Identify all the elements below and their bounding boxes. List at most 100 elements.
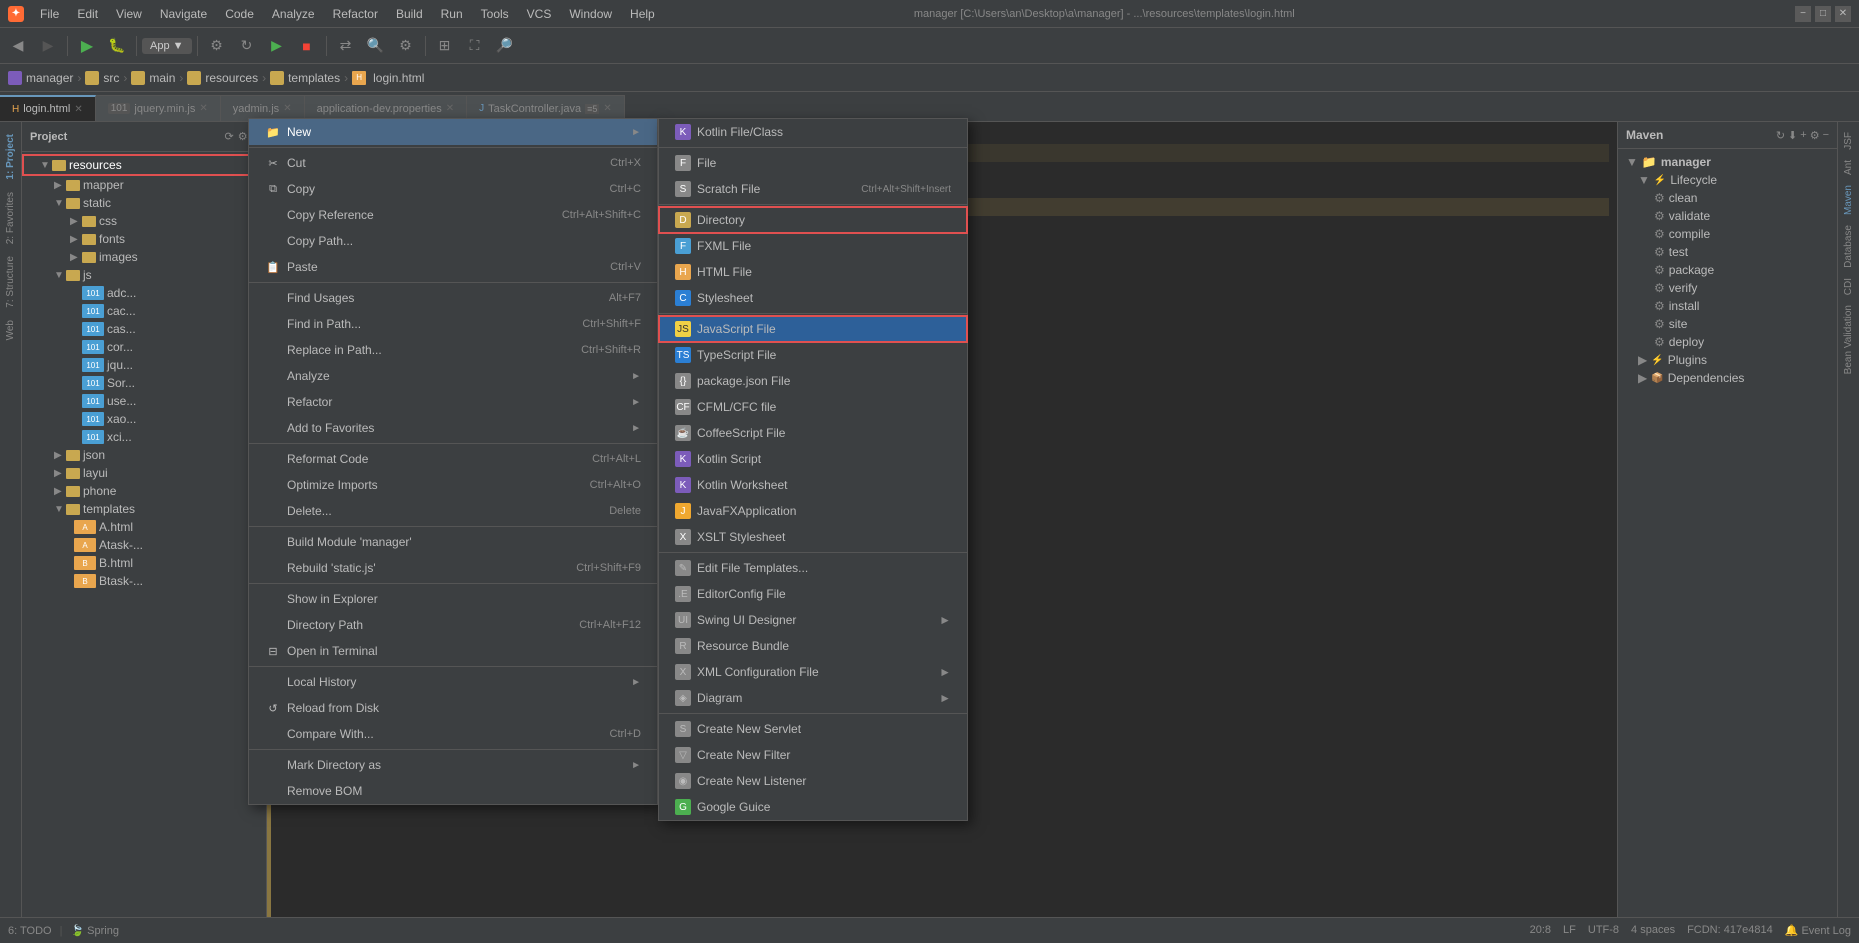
- menu-code[interactable]: Code: [217, 5, 262, 23]
- maven-add-button[interactable]: +: [1800, 129, 1806, 142]
- breadcrumb-item-loginhtml[interactable]: H login.html: [352, 71, 424, 85]
- submenu-item-xslt[interactable]: X XSLT Stylesheet: [659, 524, 967, 550]
- maven-close-button[interactable]: −: [1823, 129, 1829, 142]
- tab-loginhtml[interactable]: H login.html ✕: [0, 95, 96, 121]
- breadcrumb-item-manager[interactable]: manager: [8, 71, 73, 85]
- tree-item-css[interactable]: ▶ css: [22, 212, 266, 230]
- run2-button[interactable]: ▶: [263, 32, 291, 60]
- ctx-item-compare[interactable]: Compare With... Ctrl+D: [249, 721, 657, 747]
- submenu-item-create-listener[interactable]: ◉ Create New Listener: [659, 768, 967, 794]
- sync-button[interactable]: ⇄: [332, 32, 360, 60]
- menu-file[interactable]: File: [32, 5, 67, 23]
- submenu-item-editorconfig[interactable]: .E EditorConfig File: [659, 581, 967, 607]
- left-tab-project[interactable]: 1: Project: [3, 130, 18, 184]
- ctx-item-show-explorer[interactable]: Show in Explorer: [249, 586, 657, 612]
- maven-item-clean[interactable]: ⚙ clean: [1622, 189, 1833, 207]
- tree-item-static[interactable]: ▼ static: [22, 194, 266, 212]
- debug-button[interactable]: 🐛: [103, 32, 131, 60]
- submenu-item-packagejson[interactable]: {} package.json File: [659, 368, 967, 394]
- ctx-item-copy-reference[interactable]: Copy Reference Ctrl+Alt+Shift+C: [249, 202, 657, 228]
- tree-item-ahtml[interactable]: A A.html: [22, 518, 266, 536]
- menu-build[interactable]: Build: [388, 5, 431, 23]
- submenu-item-stylesheet[interactable]: C Stylesheet: [659, 285, 967, 311]
- ctx-item-favorites[interactable]: Add to Favorites ►: [249, 415, 657, 441]
- tree-item-btask[interactable]: B Btask-...: [22, 572, 266, 590]
- menu-window[interactable]: Window: [561, 5, 620, 23]
- ctx-item-reformat[interactable]: Reformat Code Ctrl+Alt+L: [249, 446, 657, 472]
- ctx-item-reload[interactable]: ↺Reload from Disk: [249, 695, 657, 721]
- submenu-item-kotlin-worksheet[interactable]: K Kotlin Worksheet: [659, 472, 967, 498]
- restore-button[interactable]: □: [1815, 6, 1831, 22]
- tree-item-xao[interactable]: 101 xao...: [22, 410, 266, 428]
- maven-item-lifecycle[interactable]: ▼ ⚡ Lifecycle: [1622, 171, 1833, 189]
- left-tab-structure[interactable]: 7: Structure: [3, 252, 18, 312]
- submenu-item-kotlin-script[interactable]: K Kotlin Script: [659, 446, 967, 472]
- app-selector[interactable]: App ▼: [142, 38, 192, 54]
- ctx-item-analyze[interactable]: Analyze ►: [249, 363, 657, 389]
- menu-edit[interactable]: Edit: [69, 5, 106, 23]
- submenu-item-file[interactable]: F File: [659, 150, 967, 176]
- submenu-item-typescript[interactable]: TS TypeScript File: [659, 342, 967, 368]
- build-project-button[interactable]: ⚙: [203, 32, 231, 60]
- update-button[interactable]: ↻: [233, 32, 261, 60]
- stop-button[interactable]: ■: [293, 32, 321, 60]
- tree-item-images[interactable]: ▶ images: [22, 248, 266, 266]
- tree-item-mapper[interactable]: ▶ mapper: [22, 176, 266, 194]
- ctx-item-delete[interactable]: Delete... Delete: [249, 498, 657, 524]
- submenu-item-javascript[interactable]: JS JavaScript File: [659, 316, 967, 342]
- ctx-item-build-module[interactable]: Build Module 'manager': [249, 529, 657, 555]
- ctx-item-remove-bom[interactable]: Remove BOM: [249, 778, 657, 804]
- fullscreen-button[interactable]: ⛶: [461, 32, 489, 60]
- forward-button[interactable]: ▶: [34, 32, 62, 60]
- ctx-item-refactor[interactable]: Refactor ►: [249, 389, 657, 415]
- tab-close-jqueryminjs[interactable]: ✕: [199, 103, 207, 114]
- ctx-item-rebuild[interactable]: Rebuild 'static.js' Ctrl+Shift+F9: [249, 555, 657, 581]
- ctx-item-find-in-path[interactable]: Find in Path... Ctrl+Shift+F: [249, 311, 657, 337]
- ctx-item-mark-dir[interactable]: Mark Directory as ►: [249, 752, 657, 778]
- tree-item-js[interactable]: ▼ js: [22, 266, 266, 284]
- maven-settings-button[interactable]: ⚙: [1810, 129, 1820, 142]
- ctx-item-replace-in-path[interactable]: Replace in Path... Ctrl+Shift+R: [249, 337, 657, 363]
- tree-item-resources[interactable]: ▼ resources: [22, 154, 266, 176]
- ctx-item-copy[interactable]: ⧉Copy Ctrl+C: [249, 176, 657, 202]
- maven-download-button[interactable]: ⬇: [1788, 129, 1797, 142]
- right-tab-database[interactable]: Database: [1841, 221, 1856, 272]
- tree-item-cac[interactable]: 101 cac...: [22, 302, 266, 320]
- submenu-item-google-guice[interactable]: G Google Guice: [659, 794, 967, 820]
- ctx-item-local-history[interactable]: Local History ►: [249, 669, 657, 695]
- tab-close-appdevprops[interactable]: ✕: [446, 103, 454, 114]
- submenu-item-create-servlet[interactable]: S Create New Servlet: [659, 716, 967, 742]
- submenu-item-scratch[interactable]: S Scratch File Ctrl+Alt+Shift+Insert: [659, 176, 967, 202]
- tree-item-templates[interactable]: ▼ templates: [22, 500, 266, 518]
- submenu-item-fxml[interactable]: F FXML File: [659, 233, 967, 259]
- maven-item-install[interactable]: ⚙ install: [1622, 297, 1833, 315]
- breadcrumb-item-resources[interactable]: resources: [187, 71, 258, 85]
- breadcrumb-item-templates[interactable]: templates: [270, 71, 340, 85]
- maven-item-compile[interactable]: ⚙ compile: [1622, 225, 1833, 243]
- split-button[interactable]: ⊞: [431, 32, 459, 60]
- right-tab-jsf[interactable]: JSF: [1841, 128, 1856, 154]
- maven-item-validate[interactable]: ⚙ validate: [1622, 207, 1833, 225]
- menu-refactor[interactable]: Refactor: [325, 5, 386, 23]
- tree-item-atask[interactable]: A Atask-...: [22, 536, 266, 554]
- back-button[interactable]: ◀: [4, 32, 32, 60]
- breadcrumb-item-main[interactable]: main: [131, 71, 175, 85]
- tab-jqueryminjs[interactable]: 101 jquery.min.js ✕: [96, 95, 221, 121]
- tree-item-bhtml[interactable]: B B.html: [22, 554, 266, 572]
- right-tab-maven[interactable]: Maven: [1841, 181, 1856, 219]
- submenu-item-directory[interactable]: D Directory: [659, 207, 967, 233]
- ctx-item-optimize[interactable]: Optimize Imports Ctrl+Alt+O: [249, 472, 657, 498]
- submenu-item-html[interactable]: H HTML File: [659, 259, 967, 285]
- tree-item-cas[interactable]: 101 cas...: [22, 320, 266, 338]
- maven-refresh-button[interactable]: ↻: [1776, 129, 1785, 142]
- maven-item-test[interactable]: ⚙ test: [1622, 243, 1833, 261]
- event-log[interactable]: 🔔 Event Log: [1785, 924, 1851, 937]
- submenu-item-coffeescript[interactable]: ☕ CoffeeScript File: [659, 420, 967, 446]
- search-everywhere-button[interactable]: 🔍: [362, 32, 390, 60]
- menu-tools[interactable]: Tools: [473, 5, 517, 23]
- sidebar-sync-button[interactable]: ⟳: [224, 130, 233, 143]
- tree-item-jqu[interactable]: 101 jqu...: [22, 356, 266, 374]
- maven-item-dependencies[interactable]: ▶ 📦 Dependencies: [1622, 369, 1833, 387]
- left-tab-web[interactable]: Web: [3, 316, 18, 344]
- tree-item-sor[interactable]: 101 Sor...: [22, 374, 266, 392]
